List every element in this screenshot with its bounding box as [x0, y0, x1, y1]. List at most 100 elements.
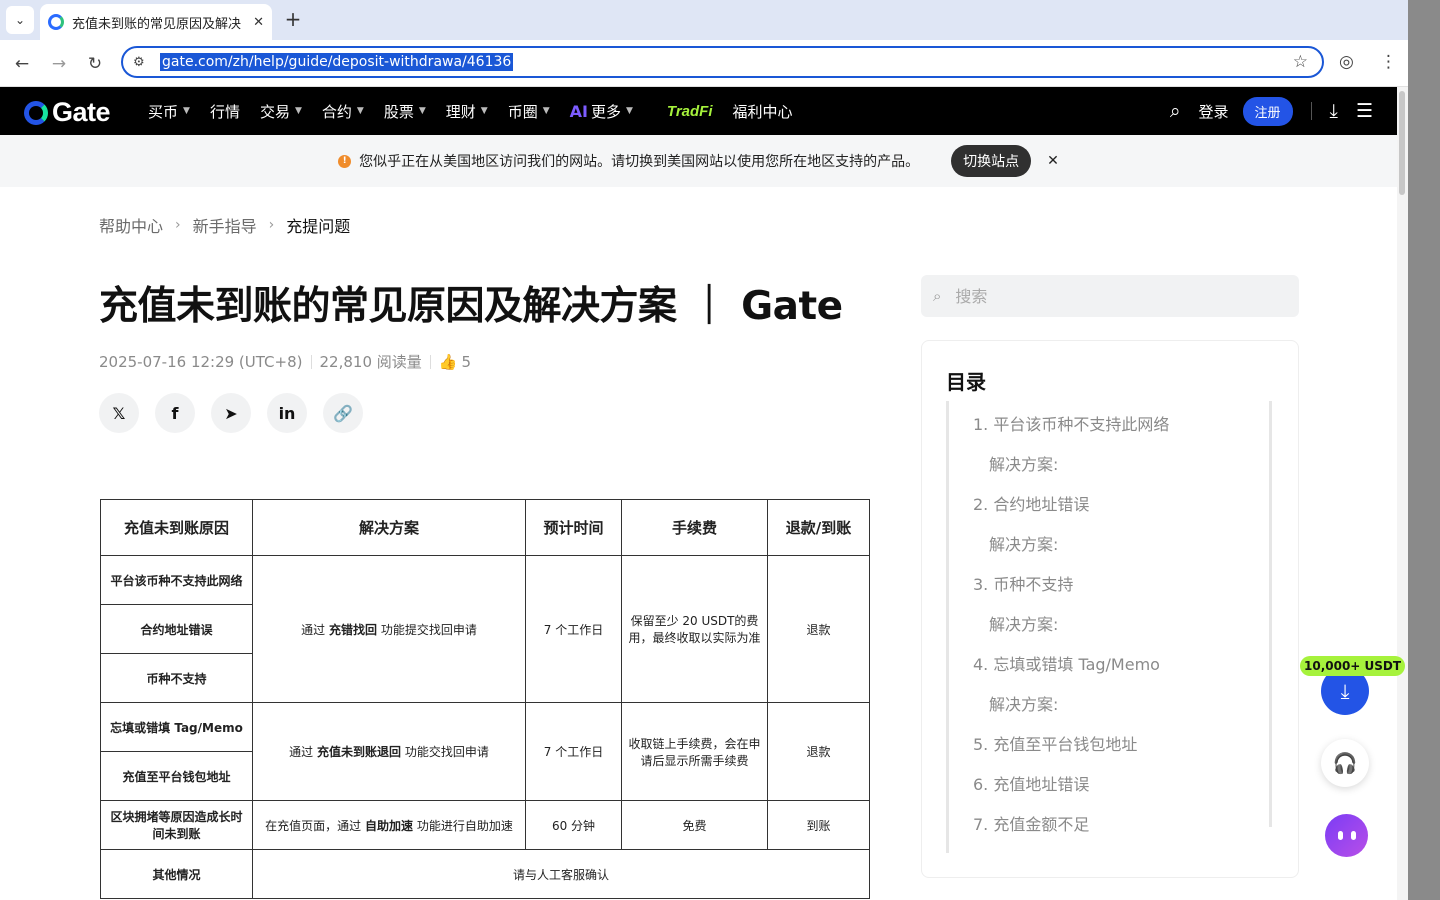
- nav-label: 股票: [383, 102, 414, 121]
- site-info-icon[interactable]: ⚙: [133, 55, 149, 70]
- toc-item[interactable]: 7. 充值金额不足: [973, 811, 1089, 835]
- share-linkedin-icon[interactable]: in: [267, 393, 307, 433]
- tradfi-logo: TradFi: [666, 102, 713, 120]
- nav-label: 买币: [148, 102, 179, 121]
- nav-item-stocks[interactable]: 股票 ▼: [384, 101, 426, 122]
- chevron-right-icon: ›: [175, 217, 181, 233]
- solution-text: 功能交找回申请: [401, 745, 489, 759]
- solution-cell: 通过 充值未到账退回 功能交找回申请: [252, 702, 526, 801]
- toc-item[interactable]: 3. 币种不支持: [973, 571, 1073, 595]
- help-search-box[interactable]: ⌕: [921, 275, 1299, 317]
- solution-cell: 在充值页面，通过 自助加速 功能进行自助加速: [252, 800, 526, 850]
- browser-toolbar: ← → ↻ ⚙ gate.com/zh/help/guide/deposit-w…: [0, 40, 1408, 87]
- nav-item-more[interactable]: AI 更多 ▼: [570, 101, 633, 122]
- caret-down-icon: ▼: [183, 106, 190, 116]
- solution-feature: 充值未到账退回: [316, 745, 401, 759]
- solution-text: 功能进行自助加速: [413, 818, 513, 833]
- result-cell: 退款: [767, 702, 870, 801]
- reason-cell: 区块拥堵等原因造成长时间未到账: [100, 800, 253, 850]
- toc-item[interactable]: 6. 充值地址错误: [973, 771, 1089, 795]
- main-nav: 买币 ▼ 行情 交易 ▼ 合约 ▼ 股票 ▼ 理财 ▼ 币圈 ▼ AI 更多 ▼ TradFi …: [148, 87, 813, 135]
- page-scrollbar[interactable]: [1397, 87, 1408, 900]
- switch-site-button[interactable]: 切换站点: [951, 145, 1032, 177]
- gate-logo[interactable]: Gate: [24, 97, 111, 128]
- nav-item-community[interactable]: 币圈 ▼: [508, 101, 550, 122]
- copy-link-icon[interactable]: 🔗: [323, 393, 363, 433]
- toc-item[interactable]: 1. 平台该币种不支持此网络: [973, 411, 1169, 435]
- reload-icon[interactable]: ↻: [83, 52, 107, 76]
- menu-icon[interactable]: ☰: [1356, 100, 1373, 122]
- nav-item-earn[interactable]: 理财 ▼: [446, 101, 488, 122]
- caret-down-icon: ▼: [542, 106, 550, 116]
- share-x-icon[interactable]: 𝕏: [99, 393, 139, 433]
- nav-label: 合约: [321, 102, 352, 121]
- gate-logo-mark-icon: [24, 100, 48, 125]
- toc-item[interactable]: 5. 充值至平台钱包地址: [973, 731, 1137, 755]
- toc-subitem[interactable]: 解决方案:: [989, 531, 1058, 555]
- new-tab-button[interactable]: +: [282, 8, 304, 30]
- reason-cell: 合约地址错误: [100, 604, 253, 654]
- meta-divider: [310, 354, 312, 369]
- toc-item[interactable]: 2. 合约地址错误: [973, 491, 1089, 515]
- meta-divider: [429, 354, 431, 369]
- signup-button[interactable]: 注册: [1242, 96, 1293, 126]
- nav-label: 行情: [209, 102, 240, 121]
- nav-item-futures[interactable]: 合约 ▼: [322, 101, 364, 122]
- active-tab[interactable]: 充值未到账的常见原因及解决 ✕: [40, 4, 272, 40]
- column-header: 充值未到账原因: [100, 499, 253, 556]
- nav-item-markets[interactable]: 行情: [210, 101, 240, 122]
- breadcrumb-deposit-withdraw[interactable]: 充提问题: [286, 213, 350, 237]
- headset-icon: 🎧: [1332, 751, 1358, 775]
- solution-cell: 请与人工客服确认: [252, 849, 870, 899]
- column-header: 预计时间: [525, 499, 622, 556]
- logo-text: Gate: [52, 97, 111, 127]
- breadcrumb-help-center[interactable]: 帮助中心: [99, 213, 163, 237]
- reward-badge: 10,000+ USDT: [1300, 656, 1406, 676]
- thumbs-up-icon[interactable]: 👍: [439, 353, 458, 371]
- table-of-contents: 目录 1. 平台该币种不支持此网络 解决方案: 2. 合约地址错误 解决方案: …: [921, 340, 1299, 878]
- bookmark-star-icon[interactable]: ☆: [1293, 52, 1308, 72]
- caret-down-icon: ▼: [626, 106, 633, 116]
- nav-item-rewards[interactable]: 福利中心: [733, 101, 793, 122]
- profile-icon[interactable]: ◎: [1339, 52, 1354, 72]
- toc-subitem[interactable]: 解决方案:: [989, 611, 1058, 635]
- search-input[interactable]: [955, 286, 1256, 306]
- toc-scrollbar[interactable]: [1269, 401, 1272, 827]
- toc-subitem[interactable]: 解决方案:: [989, 691, 1058, 715]
- login-link[interactable]: 登录: [1199, 101, 1229, 122]
- nav-item-tradfi[interactable]: TradFi: [667, 103, 713, 120]
- nav-item-trade[interactable]: 交易 ▼: [260, 101, 302, 122]
- time-cell: 7 个工作日: [525, 702, 622, 801]
- address-bar[interactable]: ⚙ gate.com/zh/help/guide/deposit-withdra…: [121, 46, 1324, 78]
- notice-close-icon[interactable]: ✕: [1047, 153, 1059, 169]
- reason-cell: 忘填或错填 Tag/Memo: [100, 702, 253, 752]
- tab-close-icon[interactable]: ✕: [253, 15, 264, 30]
- nav-label: 理财: [445, 102, 476, 121]
- browser-menu-icon[interactable]: ⋮: [1380, 52, 1397, 72]
- fee-cell: 保留至少 20 USDT的费用，最终收取以实际为准: [621, 555, 768, 703]
- share-telegram-icon[interactable]: ➤: [211, 393, 251, 433]
- tab-search-dropdown-icon[interactable]: ⌄: [6, 6, 34, 34]
- nav-item-buy-crypto[interactable]: 买币 ▼: [148, 101, 190, 122]
- share-facebook-icon[interactable]: f: [155, 393, 195, 433]
- caret-down-icon: ▼: [294, 106, 302, 116]
- download-icon[interactable]: ⤓: [1330, 100, 1338, 122]
- solution-text: 在充值页面，通过: [265, 818, 365, 833]
- ai-assistant-button[interactable]: [1325, 814, 1368, 857]
- customer-service-button[interactable]: 🎧: [1321, 739, 1369, 787]
- solution-text: 通过: [289, 745, 317, 759]
- table-row: 区块拥堵等原因造成长时间未到账 在充值页面，通过 自助加速 功能进行自助加速 6…: [100, 800, 870, 850]
- back-icon[interactable]: ←: [10, 52, 34, 76]
- fee-cell: 收取链上手续费，会在申请后显示所需手续费: [621, 702, 768, 801]
- solution-text: 通过: [301, 622, 329, 637]
- reason-cell: 充值至平台钱包地址: [100, 751, 253, 801]
- url-text[interactable]: gate.com/zh/help/guide/deposit-withdrawa…: [160, 53, 514, 71]
- scrollbar-thumb[interactable]: [1399, 91, 1405, 195]
- toc-item[interactable]: 4. 忘填或错填 Tag/Memo: [973, 651, 1160, 675]
- breadcrumb-beginner-guide[interactable]: 新手指导: [193, 213, 257, 237]
- forward-icon[interactable]: →: [47, 52, 71, 76]
- toc-subitem[interactable]: 解决方案:: [989, 451, 1058, 475]
- search-icon[interactable]: ⌕: [1170, 100, 1181, 122]
- share-buttons: 𝕏 f ➤ in 🔗: [99, 393, 379, 433]
- deposit-issues-table: 充值未到账原因 解决方案 预计时间 手续费 退款/到账 平台该币种不支持此网络 …: [100, 499, 870, 899]
